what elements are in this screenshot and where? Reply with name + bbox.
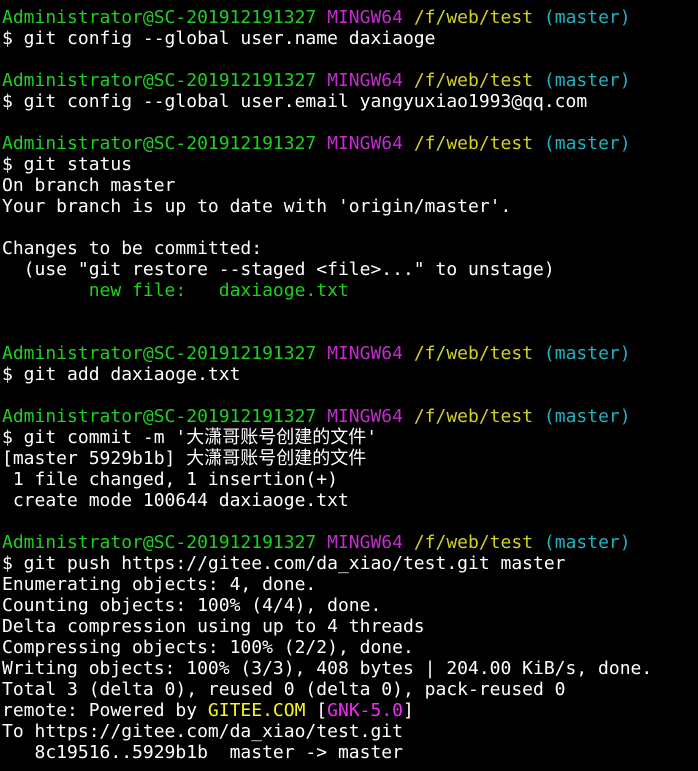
line-text: Your branch is up to date with 'origin/m…	[2, 196, 512, 217]
prompt-user-host: Administrator@SC-201912191327	[2, 532, 317, 553]
prompt-env: MINGW64	[327, 406, 403, 427]
command-line: $ git add daxiaoge.txt	[2, 364, 696, 385]
prompt-path: /f/web/test	[413, 343, 534, 364]
output-line: Compressing objects: 100% (2/2), done.	[2, 637, 696, 658]
output-line: Writing objects: 100% (3/3), 408 bytes |…	[2, 658, 696, 679]
output-line: (use "git restore --staged <file>..." to…	[2, 259, 696, 280]
line-text: 1 file changed, 1 insertion(+)	[2, 469, 338, 490]
line-text: $ git config --global user.name daxiaoge	[2, 28, 436, 49]
prompt-line: Administrator@SC-201912191327 MINGW64 /f…	[2, 343, 696, 364]
output-line: Total 3 (delta 0), reused 0 (delta 0), p…	[2, 679, 696, 700]
command-line: $ git config --global user.email yangyux…	[2, 91, 696, 112]
output-line: Delta compression using up to 4 threads	[2, 616, 696, 637]
line-text: $ git add daxiaoge.txt	[2, 364, 241, 385]
prompt-line: Administrator@SC-201912191327 MINGW64 /f…	[2, 70, 696, 91]
prompt-user-host: Administrator@SC-201912191327	[2, 343, 317, 364]
prompt-branch: (master)	[543, 70, 631, 91]
output-line: Enumerating objects: 4, done.	[2, 574, 696, 595]
remote-prefix: remote: Powered by	[2, 700, 208, 721]
prompt-path: /f/web/test	[413, 133, 534, 154]
prompt-env: MINGW64	[327, 532, 403, 553]
prompt-branch: (master)	[543, 133, 631, 154]
output-line: Changes to be committed:	[2, 238, 696, 259]
output-line: Counting objects: 100% (4/4), done.	[2, 595, 696, 616]
prompt-line: Administrator@SC-201912191327 MINGW64 /f…	[2, 7, 696, 28]
line-text: $ git status	[2, 154, 133, 175]
command-line: $ git config --global user.name daxiaoge	[2, 28, 696, 49]
command-line: $ git status	[2, 154, 696, 175]
prompt-user-host: Administrator@SC-201912191327	[2, 7, 317, 28]
prompt-user-host: Administrator@SC-201912191327	[2, 70, 317, 91]
prompt-line: Administrator@SC-201912191327 MINGW64 /f…	[2, 133, 696, 154]
line-text: $ git push https://gitee.com/da_xiao/tes…	[2, 553, 566, 574]
output-line: Your branch is up to date with 'origin/m…	[2, 196, 696, 217]
line-text: $ git commit -m '大潇哥账号创建的文件'	[2, 427, 378, 448]
output-line: On branch master	[2, 175, 696, 196]
line-text: Counting objects: 100% (4/4), done.	[2, 595, 382, 616]
staged-file-line: new file: daxiaoge.txt	[2, 280, 696, 301]
prompt-env: MINGW64	[327, 70, 403, 91]
prompt-env: MINGW64	[327, 7, 403, 28]
output-line: create mode 100644 daxiaoge.txt	[2, 490, 696, 511]
line-text: Compressing objects: 100% (2/2), done.	[2, 637, 414, 658]
line-text: (use "git restore --staged <file>..." to…	[2, 259, 555, 280]
line-text: create mode 100644 daxiaoge.txt	[2, 490, 349, 511]
line-text: 8c19516..5929b1b master -> master	[2, 742, 403, 763]
prompt-branch: (master)	[543, 343, 631, 364]
prompt-env: MINGW64	[327, 133, 403, 154]
line-text: Changes to be committed:	[2, 238, 263, 259]
output-line: 8c19516..5929b1b master -> master	[2, 742, 696, 763]
command-line: $ git push https://gitee.com/da_xiao/tes…	[2, 553, 696, 574]
staged-file-text: new file: daxiaoge.txt	[2, 280, 349, 301]
gitee-name: GITEE.COM	[207, 700, 306, 721]
prompt-line: Administrator@SC-201912191327 MINGW64 /f…	[2, 532, 696, 553]
line-text: [master 5929b1b] 大潇哥账号创建的文件	[2, 448, 367, 469]
prompt-branch: (master)	[543, 532, 631, 553]
terminal-output[interactable]: Administrator@SC-201912191327 MINGW64 /f…	[2, 7, 696, 763]
prompt-env: MINGW64	[327, 343, 403, 364]
prompt-user-host: Administrator@SC-201912191327	[2, 133, 317, 154]
prompt-line: Administrator@SC-201912191327 MINGW64 /f…	[2, 406, 696, 427]
command-line: $ git commit -m '大潇哥账号创建的文件'	[2, 427, 696, 448]
remote-bracket-open: [	[305, 700, 328, 721]
line-text: To https://gitee.com/da_xiao/test.git	[2, 721, 403, 742]
line-text: $ git config --global user.email yangyux…	[2, 91, 588, 112]
prompt-path: /f/web/test	[413, 406, 534, 427]
remote-bracket-close: ]	[403, 700, 414, 721]
line-text: Enumerating objects: 4, done.	[2, 574, 317, 595]
remote-line: remote: Powered by GITEE.COM [GNK-5.0]	[2, 700, 696, 721]
prompt-path: /f/web/test	[413, 70, 534, 91]
output-line: 1 file changed, 1 insertion(+)	[2, 469, 696, 490]
line-text: Delta compression using up to 4 threads	[2, 616, 425, 637]
prompt-branch: (master)	[543, 7, 631, 28]
output-line: To https://gitee.com/da_xiao/test.git	[2, 721, 696, 742]
line-text: Total 3 (delta 0), reused 0 (delta 0), p…	[2, 679, 566, 700]
gitee-tag: GNK-5.0	[327, 700, 403, 721]
prompt-branch: (master)	[543, 406, 631, 427]
prompt-path: /f/web/test	[413, 7, 534, 28]
prompt-user-host: Administrator@SC-201912191327	[2, 406, 317, 427]
prompt-path: /f/web/test	[413, 532, 534, 553]
output-line: [master 5929b1b] 大潇哥账号创建的文件	[2, 448, 696, 469]
line-text: On branch master	[2, 175, 176, 196]
line-text: Writing objects: 100% (3/3), 408 bytes |…	[2, 658, 653, 679]
